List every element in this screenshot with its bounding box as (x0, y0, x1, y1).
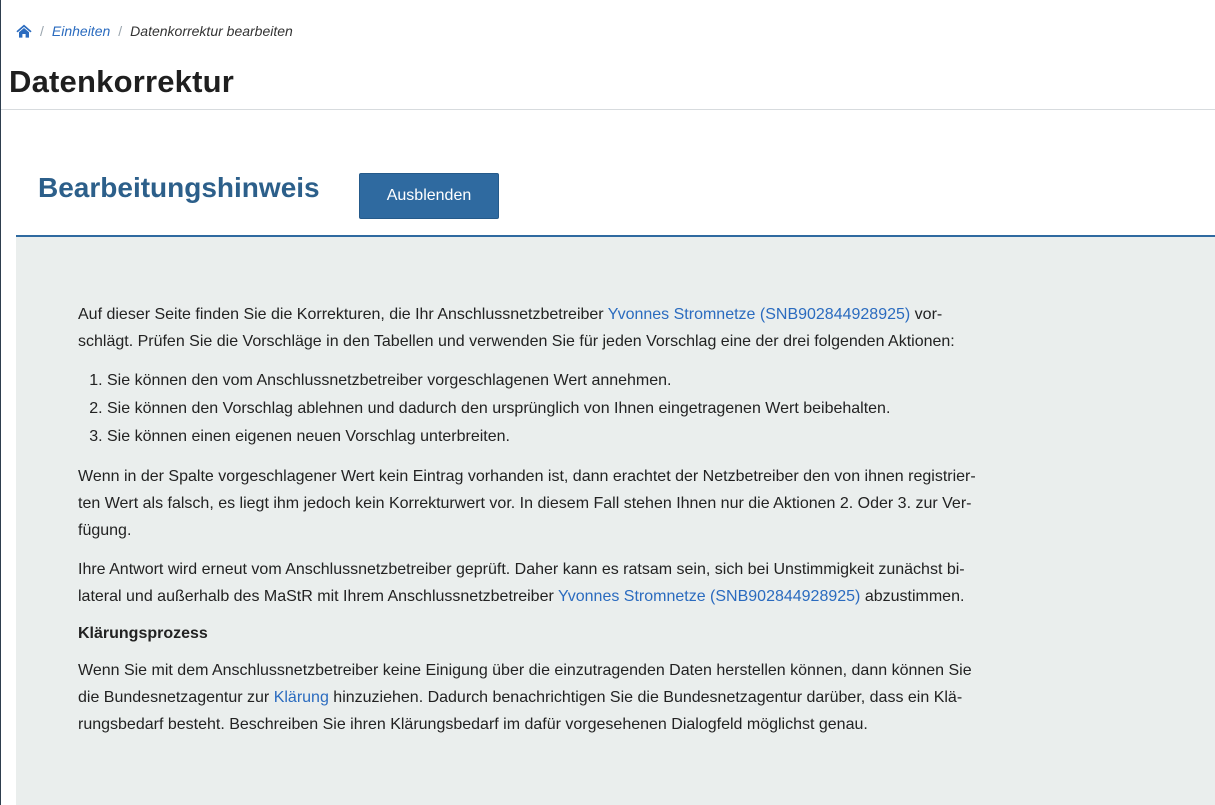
no-entry-paragraph: Wenn in der Spalte vorgeschlagener Wert … (78, 463, 1200, 544)
intro-text: Auf dieser Seite finden Sie die Korrektu… (78, 306, 608, 323)
intro-text-line2: schlägt. Prüfen Sie die Vorschläge in de… (78, 333, 955, 350)
review-line2-end: abzustimmen. (860, 588, 965, 605)
clarification-line3: rungsbedarf besteht. Beschreiben Sie ihr… (78, 716, 868, 733)
grid-operator-link-2[interactable]: Yvonnes Stromnetze (SNB902844928925) (558, 588, 860, 605)
page-frame: / Einheiten / Datenkorrektur bearbeiten … (0, 0, 1215, 805)
breadcrumb-link-einheiten[interactable]: Einheiten (52, 23, 110, 39)
breadcrumb-separator: / (40, 23, 44, 39)
info-content: Auf dieser Seite finden Sie die Korrektu… (78, 301, 1200, 750)
hide-hint-button[interactable]: Ausblenden (359, 173, 499, 219)
no-entry-line2: ten Wert als falsch, es liegt ihm jedoch… (78, 495, 972, 512)
clarification-paragraph: Wenn Sie mit dem Anschlussnetzbetreiber … (78, 657, 1200, 738)
home-icon[interactable] (16, 24, 32, 38)
no-entry-line3: fügung. (78, 522, 132, 539)
action-list: Sie können den vom Anschlussnetzbetreibe… (78, 367, 1200, 451)
clarification-line1: Wenn Sie mit dem Anschlussnetzbetreiber … (78, 662, 972, 679)
clarification-link[interactable]: Klärung (274, 689, 329, 706)
breadcrumb-current: Datenkorrektur bearbeiten (130, 23, 293, 39)
page-title: Datenkorrektur (9, 64, 235, 99)
info-panel: Auf dieser Seite finden Sie die Korrektu… (16, 237, 1215, 805)
grid-operator-link[interactable]: Yvonnes Stromnetze (SNB902844928925) (608, 306, 910, 323)
no-entry-line1: Wenn in der Spalte vorgeschlagener Wert … (78, 468, 976, 485)
review-paragraph: Ihre Antwort wird erneut vom Anschlussne… (78, 556, 1200, 610)
list-item: Sie können einen eigenen neuen Vorschlag… (107, 423, 1200, 451)
title-divider (1, 109, 1215, 110)
clarification-line2: die Bundesnetzagentur zur (78, 689, 274, 706)
review-line2: lateral und außerhalb des MaStR mit Ihre… (78, 588, 558, 605)
review-line1: Ihre Antwort wird erneut vom Anschlussne… (78, 561, 965, 578)
intro-text-end: vor- (910, 306, 943, 323)
breadcrumb-separator: / (118, 23, 123, 39)
list-item: Sie können den vom Anschlussnetzbetreibe… (107, 367, 1200, 395)
breadcrumb: / Einheiten / Datenkorrektur bearbeiten (16, 20, 293, 42)
clarification-heading: Klärungsprozess (78, 625, 208, 642)
clarification-line2-end: hinzuziehen. Dadurch benachrichtigen Sie… (328, 689, 963, 706)
section-heading: Bearbeitungshinweis (38, 172, 320, 203)
list-item: Sie können den Vorschlag ablehnen und da… (107, 395, 1200, 423)
intro-paragraph: Auf dieser Seite finden Sie die Korrektu… (78, 301, 1200, 355)
